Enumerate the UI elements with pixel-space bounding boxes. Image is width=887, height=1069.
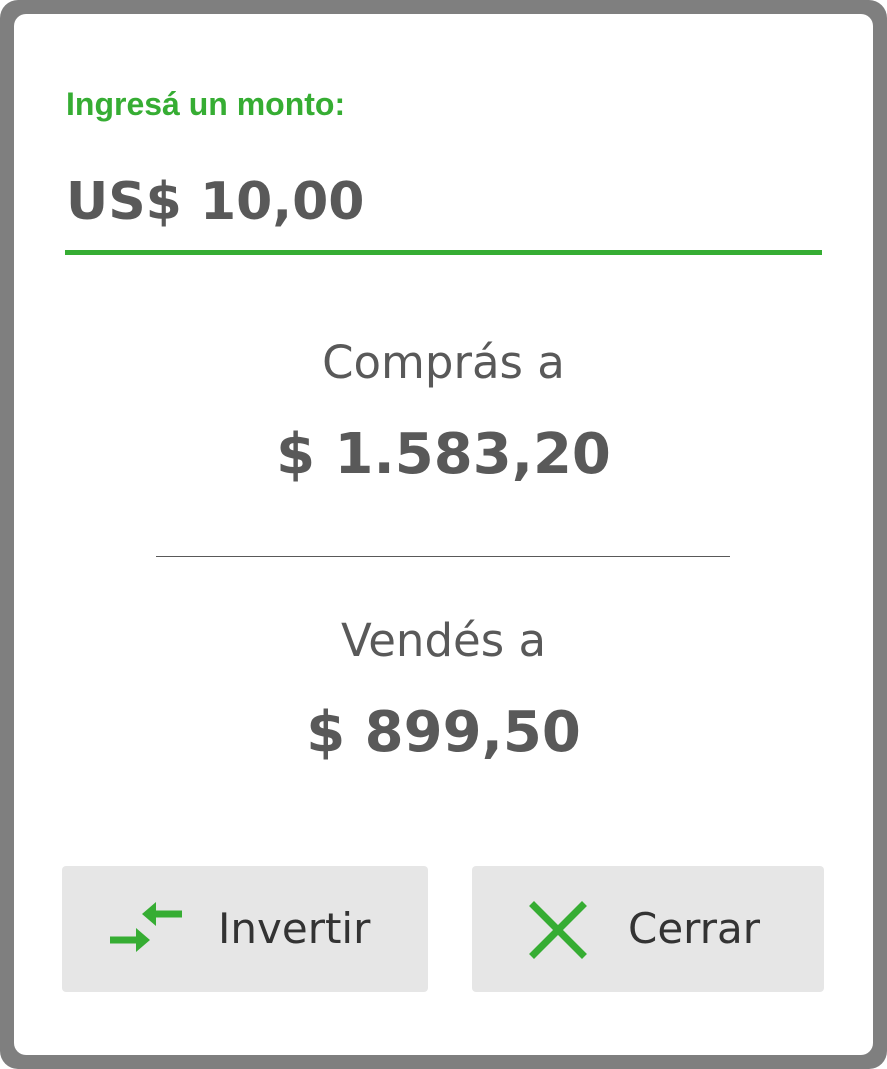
modal-frame: Ingresá un monto: Comprás a $ 1.583,20 V…: [0, 0, 887, 1069]
invert-button[interactable]: Invertir: [62, 866, 428, 992]
sell-rate-label: Vendés a: [340, 614, 547, 667]
close-button-label: Cerrar: [628, 904, 760, 953]
amount-label: Ingresá un monto:: [66, 86, 346, 122]
rate-divider: [156, 556, 730, 557]
invert-button-label: Invertir: [218, 904, 371, 953]
close-button[interactable]: Cerrar: [472, 866, 824, 992]
amount-input-underline: [65, 250, 822, 255]
sell-rate-value: $ 899,50: [306, 700, 581, 765]
buy-rate-value: $ 1.583,20: [276, 422, 611, 487]
swap-arrows-icon: [108, 900, 188, 960]
close-icon: [528, 900, 608, 960]
currency-converter-card: Ingresá un monto: Comprás a $ 1.583,20 V…: [14, 14, 873, 1055]
amount-input[interactable]: [66, 152, 821, 252]
buy-rate-label: Comprás a: [322, 336, 565, 389]
